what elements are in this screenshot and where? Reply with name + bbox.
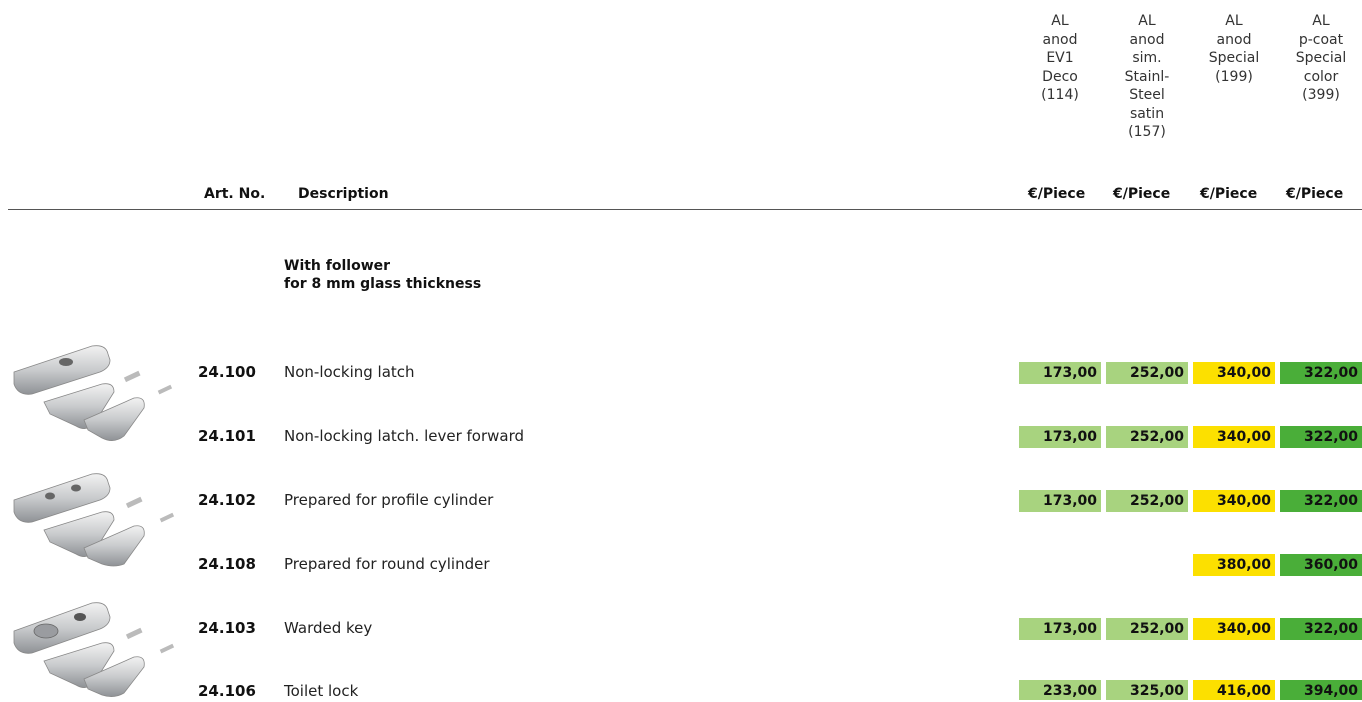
price-24-108-399: 360,00 [1280, 554, 1362, 576]
art-no-24-101: 24.101 [198, 427, 256, 445]
price-24-101-157: 252,00 [1106, 426, 1188, 448]
art-no-header: Art. No. [204, 186, 266, 202]
price-24-103-157: 252,00 [1106, 618, 1188, 640]
description-24-108: Prepared for round cylinder [284, 555, 490, 573]
art-no-24-102: 24.102 [198, 491, 256, 509]
price-24-102-199: 340,00 [1193, 490, 1275, 512]
price-header-157: €/Piece [1113, 186, 1171, 202]
price-24-100-199: 340,00 [1193, 362, 1275, 384]
price-24-100-399: 322,00 [1280, 362, 1362, 384]
description-header: Description [298, 186, 389, 202]
price-24-102-114: 173,00 [1019, 490, 1101, 512]
art-no-24-108: 24.108 [198, 555, 256, 573]
price-24-108-199: 380,00 [1193, 554, 1275, 576]
price-24-101-114: 173,00 [1019, 426, 1101, 448]
description-24-102: Prepared for profile cylinder [284, 491, 494, 509]
profile-cylinder-set-image [13, 473, 175, 567]
section-title: With follower for 8 mm glass thickness [284, 258, 482, 292]
price-24-103-114: 173,00 [1019, 618, 1101, 640]
finish-header-114: AL anod EV1 Deco (114) [1041, 13, 1079, 103]
price-24-100-157: 252,00 [1106, 362, 1188, 384]
price-24-101-399: 322,00 [1280, 426, 1362, 448]
art-no-24-100: 24.100 [198, 363, 256, 381]
price-24-103-199: 340,00 [1193, 618, 1275, 640]
price-24-100-114: 173,00 [1019, 362, 1101, 384]
price-header-114: €/Piece [1028, 186, 1086, 202]
finish-header-399: AL p-coat Special color (399) [1295, 13, 1347, 103]
description-24-106: Toilet lock [284, 682, 359, 700]
finish-header-199: AL anod Special (199) [1208, 13, 1260, 85]
description-24-103: Warded key [284, 619, 373, 637]
latch-set-image [13, 345, 173, 441]
price-24-102-157: 252,00 [1106, 490, 1188, 512]
price-header-199: €/Piece [1200, 186, 1258, 202]
header-divider [8, 209, 1362, 210]
art-no-24-103: 24.103 [198, 619, 256, 637]
finish-header-157: AL anod sim. Stainl- Steel satin (157) [1124, 13, 1170, 140]
description-24-100: Non-locking latch [284, 363, 415, 381]
price-24-101-199: 340,00 [1193, 426, 1275, 448]
price-24-106-157: 325,00 [1106, 680, 1188, 700]
price-24-103-399: 322,00 [1280, 618, 1362, 640]
price-24-102-399: 322,00 [1280, 490, 1362, 512]
price-24-106-399: 394,00 [1280, 680, 1362, 700]
price-24-106-199: 416,00 [1193, 680, 1275, 700]
price-header-399: €/Piece [1286, 186, 1344, 202]
description-24-101: Non-locking latch. lever forward [284, 427, 525, 445]
price-24-106-114: 233,00 [1019, 680, 1101, 700]
warded-key-set-image [13, 602, 175, 697]
art-no-24-106: 24.106 [198, 682, 256, 700]
